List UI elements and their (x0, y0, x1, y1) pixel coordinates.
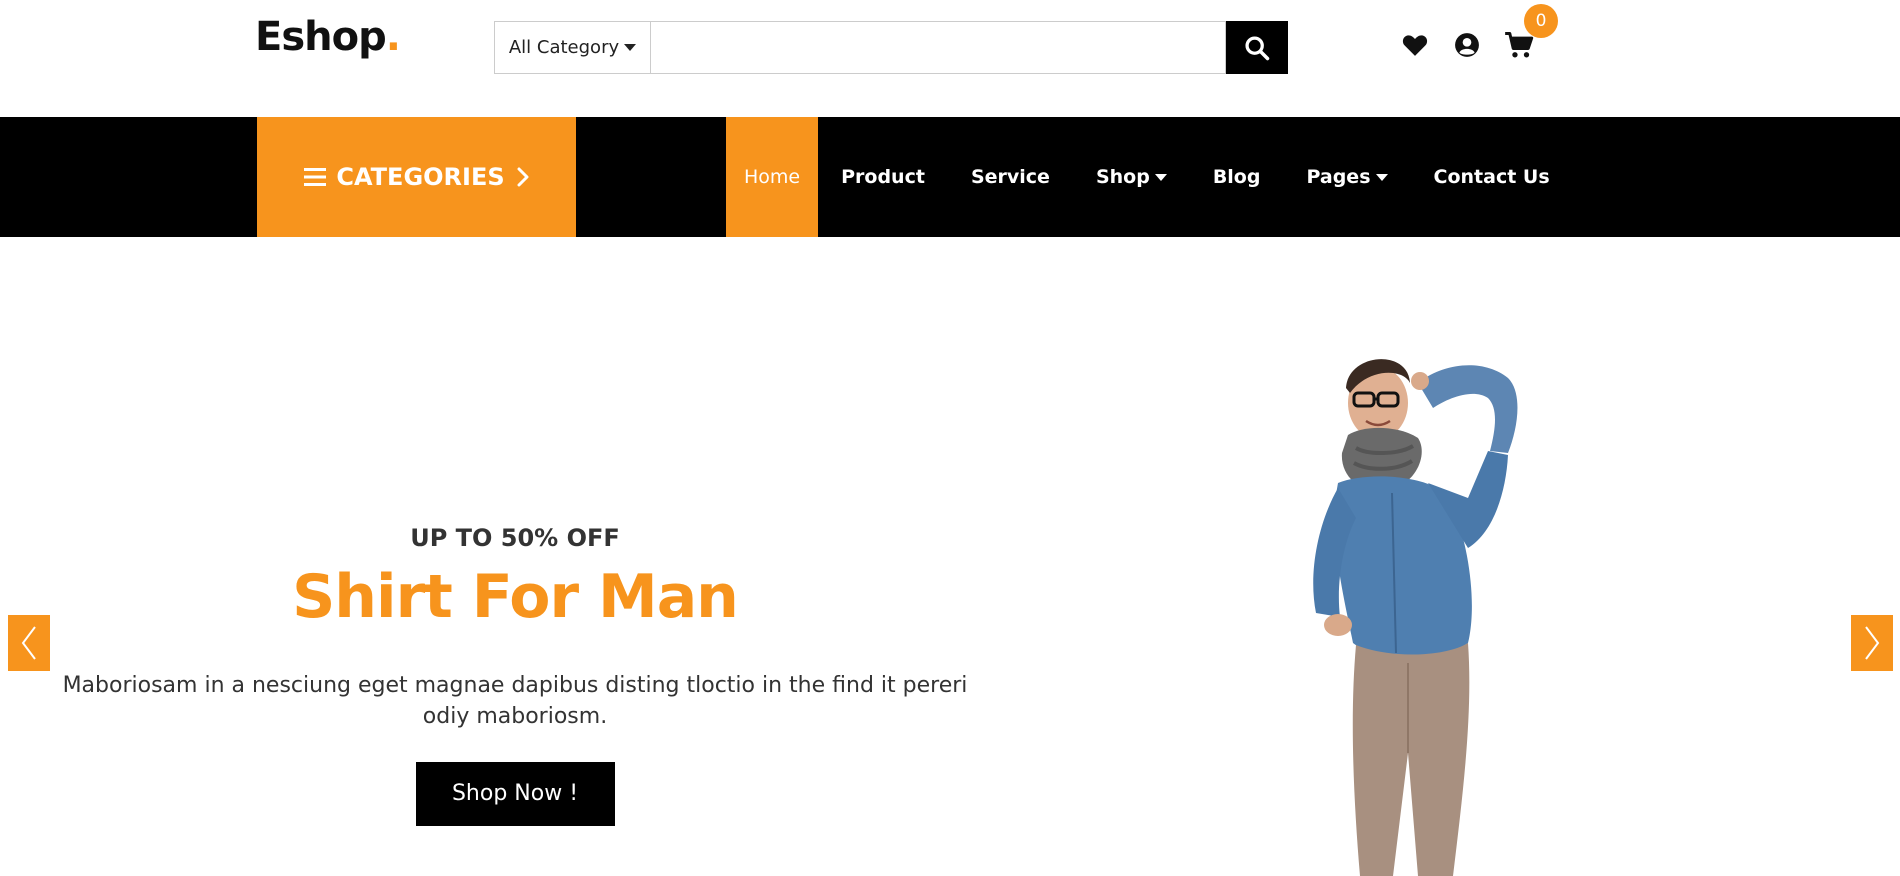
caret-down-icon (624, 44, 637, 51)
nav-item-label: Service (970, 166, 1050, 188)
logo-dot: . (385, 14, 401, 60)
nav-item-label: Pages (1306, 166, 1371, 188)
nav-item-blog[interactable]: Blog (1190, 117, 1284, 237)
category-select-value: All Category (508, 37, 620, 58)
nav-item-home[interactable]: Home (726, 117, 819, 237)
search-bar: All Category (494, 21, 1288, 74)
wishlist-button[interactable] (1400, 30, 1430, 60)
nav-item-label: Contact Us (1433, 166, 1550, 188)
nav-item-pages[interactable]: Pages (1283, 117, 1410, 237)
nav-item-product[interactable]: Product (818, 117, 948, 237)
categories-label: CATEGORIES (336, 163, 505, 191)
slider-next-button[interactable] (1851, 615, 1893, 671)
hero-content: UP TO 50% OFF Shirt For Man Maboriosam i… (60, 524, 970, 826)
bars-icon (304, 168, 327, 186)
search-button[interactable] (1226, 21, 1288, 74)
chevron-right-icon (1865, 626, 1880, 660)
chevron-right-icon (517, 167, 529, 187)
chevron-left-icon (21, 626, 36, 660)
header-icons: 0 (1400, 4, 1558, 60)
account-button[interactable] (1452, 30, 1482, 60)
nav-item-contact-us[interactable]: Contact Us (1411, 117, 1573, 237)
nav-item-label: Shop (1095, 166, 1150, 188)
nav-item-shop[interactable]: Shop (1073, 117, 1190, 237)
caret-down-icon (1375, 173, 1388, 181)
logo[interactable]: Eshop. (255, 14, 401, 60)
nav-item-label: Blog (1212, 166, 1261, 188)
hero-headline: Shirt For Man (292, 562, 739, 632)
cart-button[interactable]: 0 (1504, 4, 1558, 60)
shop-now-button[interactable]: Shop Now ! (415, 762, 615, 826)
nav-item-label: Home (744, 166, 801, 188)
caret-down-icon (1154, 173, 1167, 181)
heart-icon (1402, 35, 1428, 56)
hero-slider: UP TO 50% OFF Shirt For Man Maboriosam i… (0, 237, 1900, 876)
hero-description: Maboriosam in a nesciung eget magnae dap… (62, 673, 968, 729)
slider-prev-button[interactable] (8, 615, 50, 671)
nav-item-label: Product (841, 166, 925, 188)
logo-text: Eshop (255, 14, 387, 60)
hero-promo: UP TO 50% OFF (410, 524, 620, 552)
search-icon (1245, 35, 1270, 60)
main-navbar: CATEGORIES Home Product Service Shop Blo… (0, 117, 1900, 237)
search-input[interactable] (651, 21, 1226, 74)
hero-model-image (1313, 359, 1518, 876)
category-select[interactable]: All Category (494, 21, 651, 74)
nav-menu: Home Product Service Shop Blog Pages Con… (726, 117, 1573, 237)
nav-item-service[interactable]: Service (948, 117, 1073, 237)
site-header: Eshop. All Category 0 (0, 0, 1900, 117)
categories-button[interactable]: CATEGORIES (257, 117, 576, 237)
cart-icon (1505, 31, 1534, 58)
cart-count-badge: 0 (1524, 4, 1558, 38)
user-icon (1455, 33, 1479, 57)
